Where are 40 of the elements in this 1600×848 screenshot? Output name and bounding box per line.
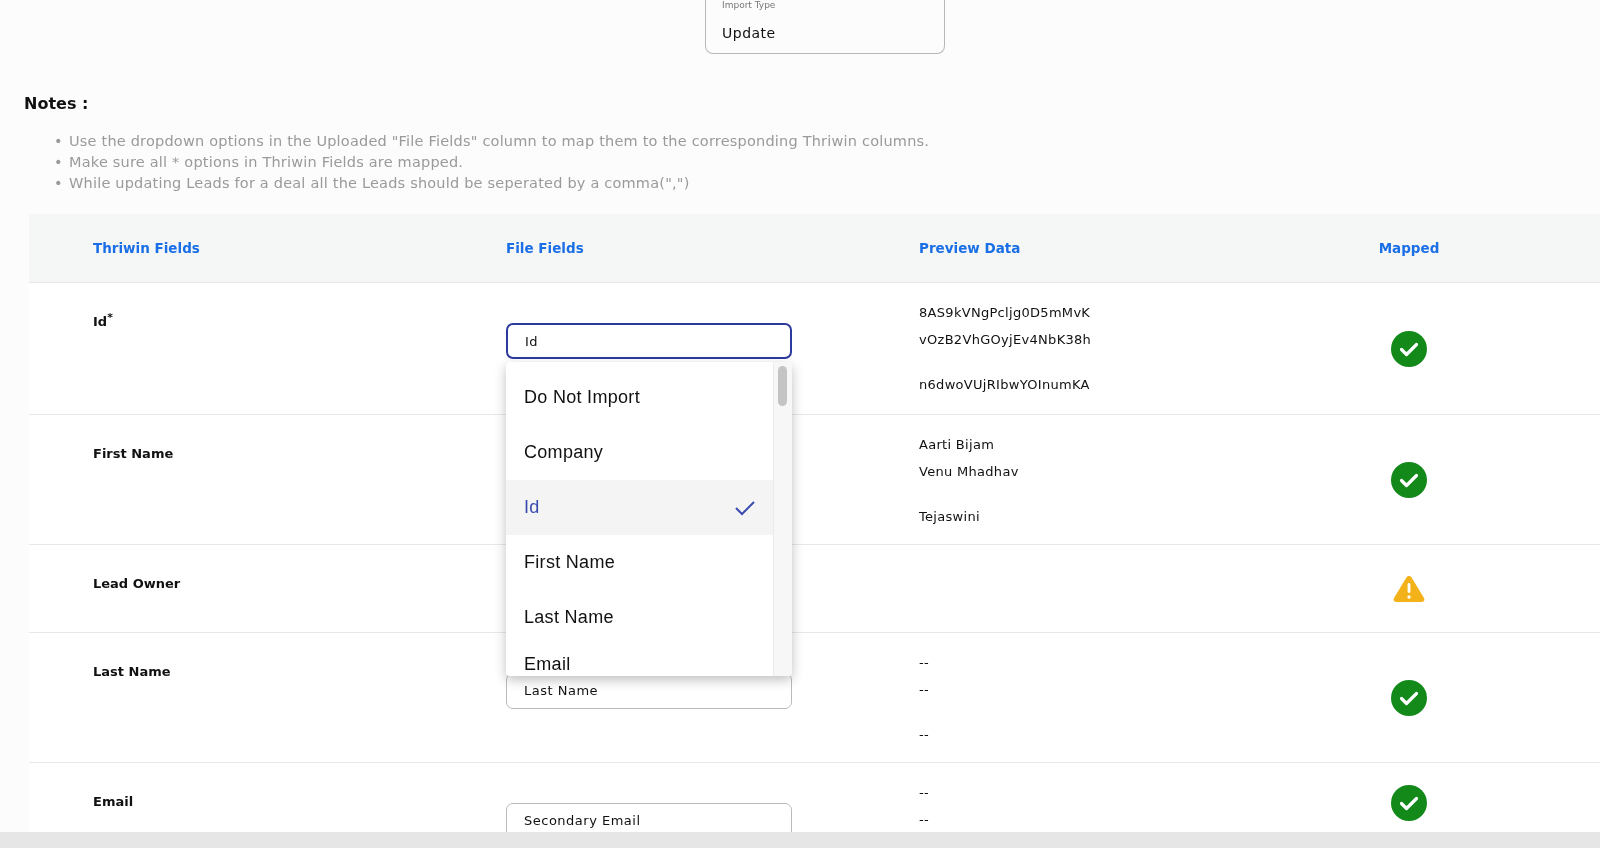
import-type-field[interactable]: Import Type Update	[705, 0, 945, 54]
check-icon	[735, 499, 755, 516]
preview-value: --	[919, 726, 929, 744]
bullet-mark: •	[54, 174, 61, 193]
preview-value: Aarti Bijam	[919, 436, 995, 454]
preview-value: --	[919, 811, 929, 829]
column-header: Preview Data	[919, 240, 1021, 256]
preview-value: --	[919, 784, 929, 802]
field-name: Last Name	[93, 664, 171, 679]
dropdown-option[interactable]: Do Not Import	[506, 370, 773, 425]
note-text: Make sure all * options in Thriwin Fields are mapped.	[69, 153, 464, 172]
field-name: Id$^{*}$	[93, 314, 113, 330]
dropdown-option[interactable]: Company	[506, 425, 773, 480]
preview-value: 8AS9kVNgPcljg0D5mMvK	[919, 304, 1091, 322]
select-field[interactable]: Id	[506, 323, 792, 359]
dropdown-option[interactable]: Email	[506, 645, 773, 675]
column-header: Thriwin Fields	[93, 240, 200, 256]
dropdown-option[interactable]: Id	[506, 480, 773, 535]
notes-heading: Notes :	[24, 94, 90, 113]
note-text: Use the dropdown options in the Uploaded "File Fields" column to map them to the corresponding Thriwin columns.	[69, 132, 930, 151]
field-name: Lead Owner	[93, 576, 181, 591]
field-name: First Name	[93, 446, 174, 461]
dropdown-option[interactable]: First Name	[506, 535, 773, 590]
horizontal-scrollbar[interactable]	[0, 832, 1600, 848]
field-name: Email	[93, 794, 134, 809]
note-text: While updating Leads for a deal all the Leads should be seperated by a comma(",")	[69, 174, 690, 193]
field-label: Import Type	[722, 0, 776, 10]
dropdown-option[interactable]: Last Name	[506, 590, 773, 645]
preview-value: vOzB2VhGOyjEv4NbK38h	[919, 331, 1092, 349]
column-header: Mapped	[1378, 240, 1440, 256]
preview-value: --	[919, 681, 929, 699]
column-header: File Fields	[506, 240, 584, 256]
bullet-mark: •	[54, 153, 61, 172]
preview-value: Tejaswini	[919, 508, 980, 526]
vertical-scrollbar[interactable]	[773, 362, 792, 676]
preview-value: --	[919, 654, 929, 672]
preview-value: n6dwoVUjRIbwYOInumKA	[919, 376, 1090, 394]
select-field[interactable]: Secondary Email	[506, 803, 792, 832]
bullet-mark: •	[54, 132, 61, 151]
preview-value: Venu Mhadhav	[919, 463, 1019, 481]
